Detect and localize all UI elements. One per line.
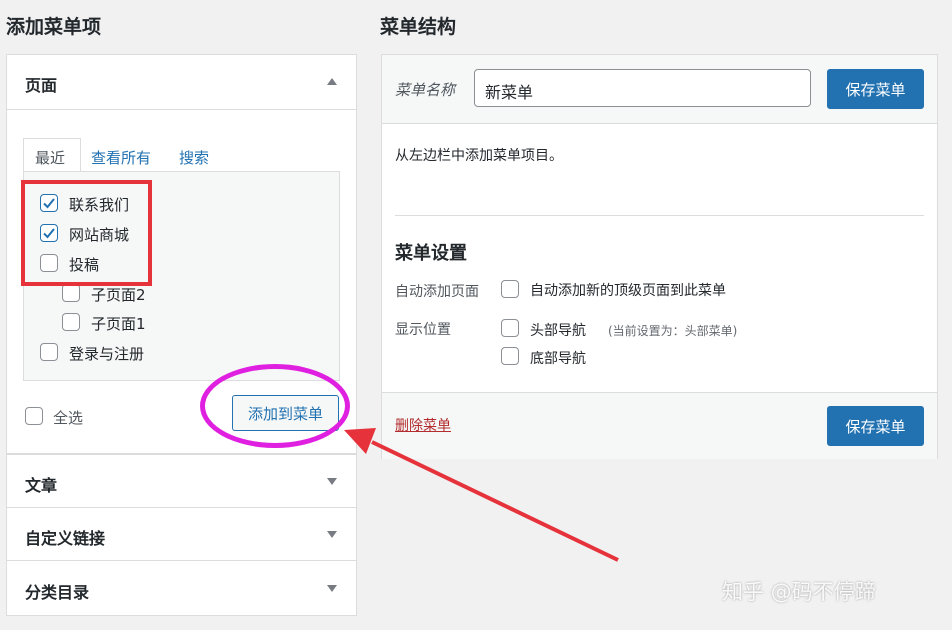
expand-arrow-icon[interactable] bbox=[327, 585, 337, 592]
save-menu-button-bottom[interactable]: 保存菜单 bbox=[827, 406, 924, 446]
auto-add-option-label: 自动添加新的顶级页面到此菜单 bbox=[530, 283, 726, 299]
display-location-label: 显示位置 bbox=[395, 322, 451, 338]
select-all-label: 全选 bbox=[53, 409, 84, 427]
auto-add-checkbox[interactable] bbox=[501, 280, 519, 298]
location-header-note: (当前设置为：头部菜单) bbox=[608, 324, 738, 338]
menu-header-bar: 菜单名称 新菜单 保存菜单 bbox=[382, 55, 937, 124]
posts-section[interactable]: 文章 bbox=[6, 454, 357, 508]
location-footer-checkbox[interactable] bbox=[501, 347, 519, 365]
categories-section-title: 分类目录 bbox=[25, 583, 90, 602]
menu-structure-heading: 菜单结构 bbox=[380, 16, 457, 38]
pages-section-header[interactable]: 页面 bbox=[7, 55, 356, 110]
highlight-box bbox=[21, 180, 152, 286]
divider bbox=[395, 215, 924, 216]
annotation-arrow-icon bbox=[344, 428, 619, 562]
checkbox-login-register[interactable] bbox=[40, 343, 58, 361]
auto-add-pages-label: 自动添加页面 bbox=[395, 284, 479, 300]
page-label-subpage-1: 子页面1 bbox=[91, 315, 146, 333]
annotation-circle bbox=[200, 364, 350, 448]
select-all-checkbox[interactable] bbox=[25, 407, 43, 425]
location-header-label: 头部导航 bbox=[530, 323, 586, 339]
menu-name-value: 新菜单 bbox=[485, 83, 534, 102]
location-footer-label: 底部导航 bbox=[530, 351, 586, 367]
custom-links-section[interactable]: 自定义链接 bbox=[6, 507, 357, 561]
tab-recent-label: 最近 bbox=[35, 149, 66, 167]
menu-name-input[interactable]: 新菜单 bbox=[474, 69, 811, 107]
pages-section-title: 页面 bbox=[25, 76, 58, 95]
tab-view-all[interactable]: 查看所有 bbox=[91, 147, 151, 168]
posts-section-title: 文章 bbox=[25, 476, 58, 495]
add-menu-items-heading: 添加菜单项 bbox=[6, 16, 102, 38]
menu-settings-heading: 菜单设置 bbox=[395, 243, 467, 264]
watermark: 知乎 @码不停蹄 bbox=[722, 580, 876, 604]
custom-links-section-title: 自定义链接 bbox=[25, 529, 106, 548]
menu-name-label: 菜单名称 bbox=[395, 81, 456, 99]
page-label-subpage-2: 子页面2 bbox=[91, 286, 146, 304]
location-header-checkbox[interactable] bbox=[501, 319, 519, 337]
tab-recent[interactable]: 最近 bbox=[23, 138, 81, 172]
menu-structure-panel: 菜单名称 新菜单 保存菜单 从左边栏中添加菜单项目。 菜单设置 自动添加页面 自… bbox=[381, 54, 938, 459]
checkbox-subpage-1[interactable] bbox=[62, 313, 80, 331]
save-menu-button-top[interactable]: 保存菜单 bbox=[827, 69, 924, 109]
page-label-login-register: 登录与注册 bbox=[69, 345, 145, 363]
tab-search[interactable]: 搜索 bbox=[179, 147, 209, 168]
categories-section[interactable]: 分类目录 bbox=[6, 560, 357, 616]
menu-hint-text: 从左边栏中添加菜单项目。 bbox=[395, 148, 563, 164]
checkbox-subpage-2[interactable] bbox=[62, 284, 80, 302]
collapse-arrow-icon[interactable] bbox=[327, 78, 337, 85]
